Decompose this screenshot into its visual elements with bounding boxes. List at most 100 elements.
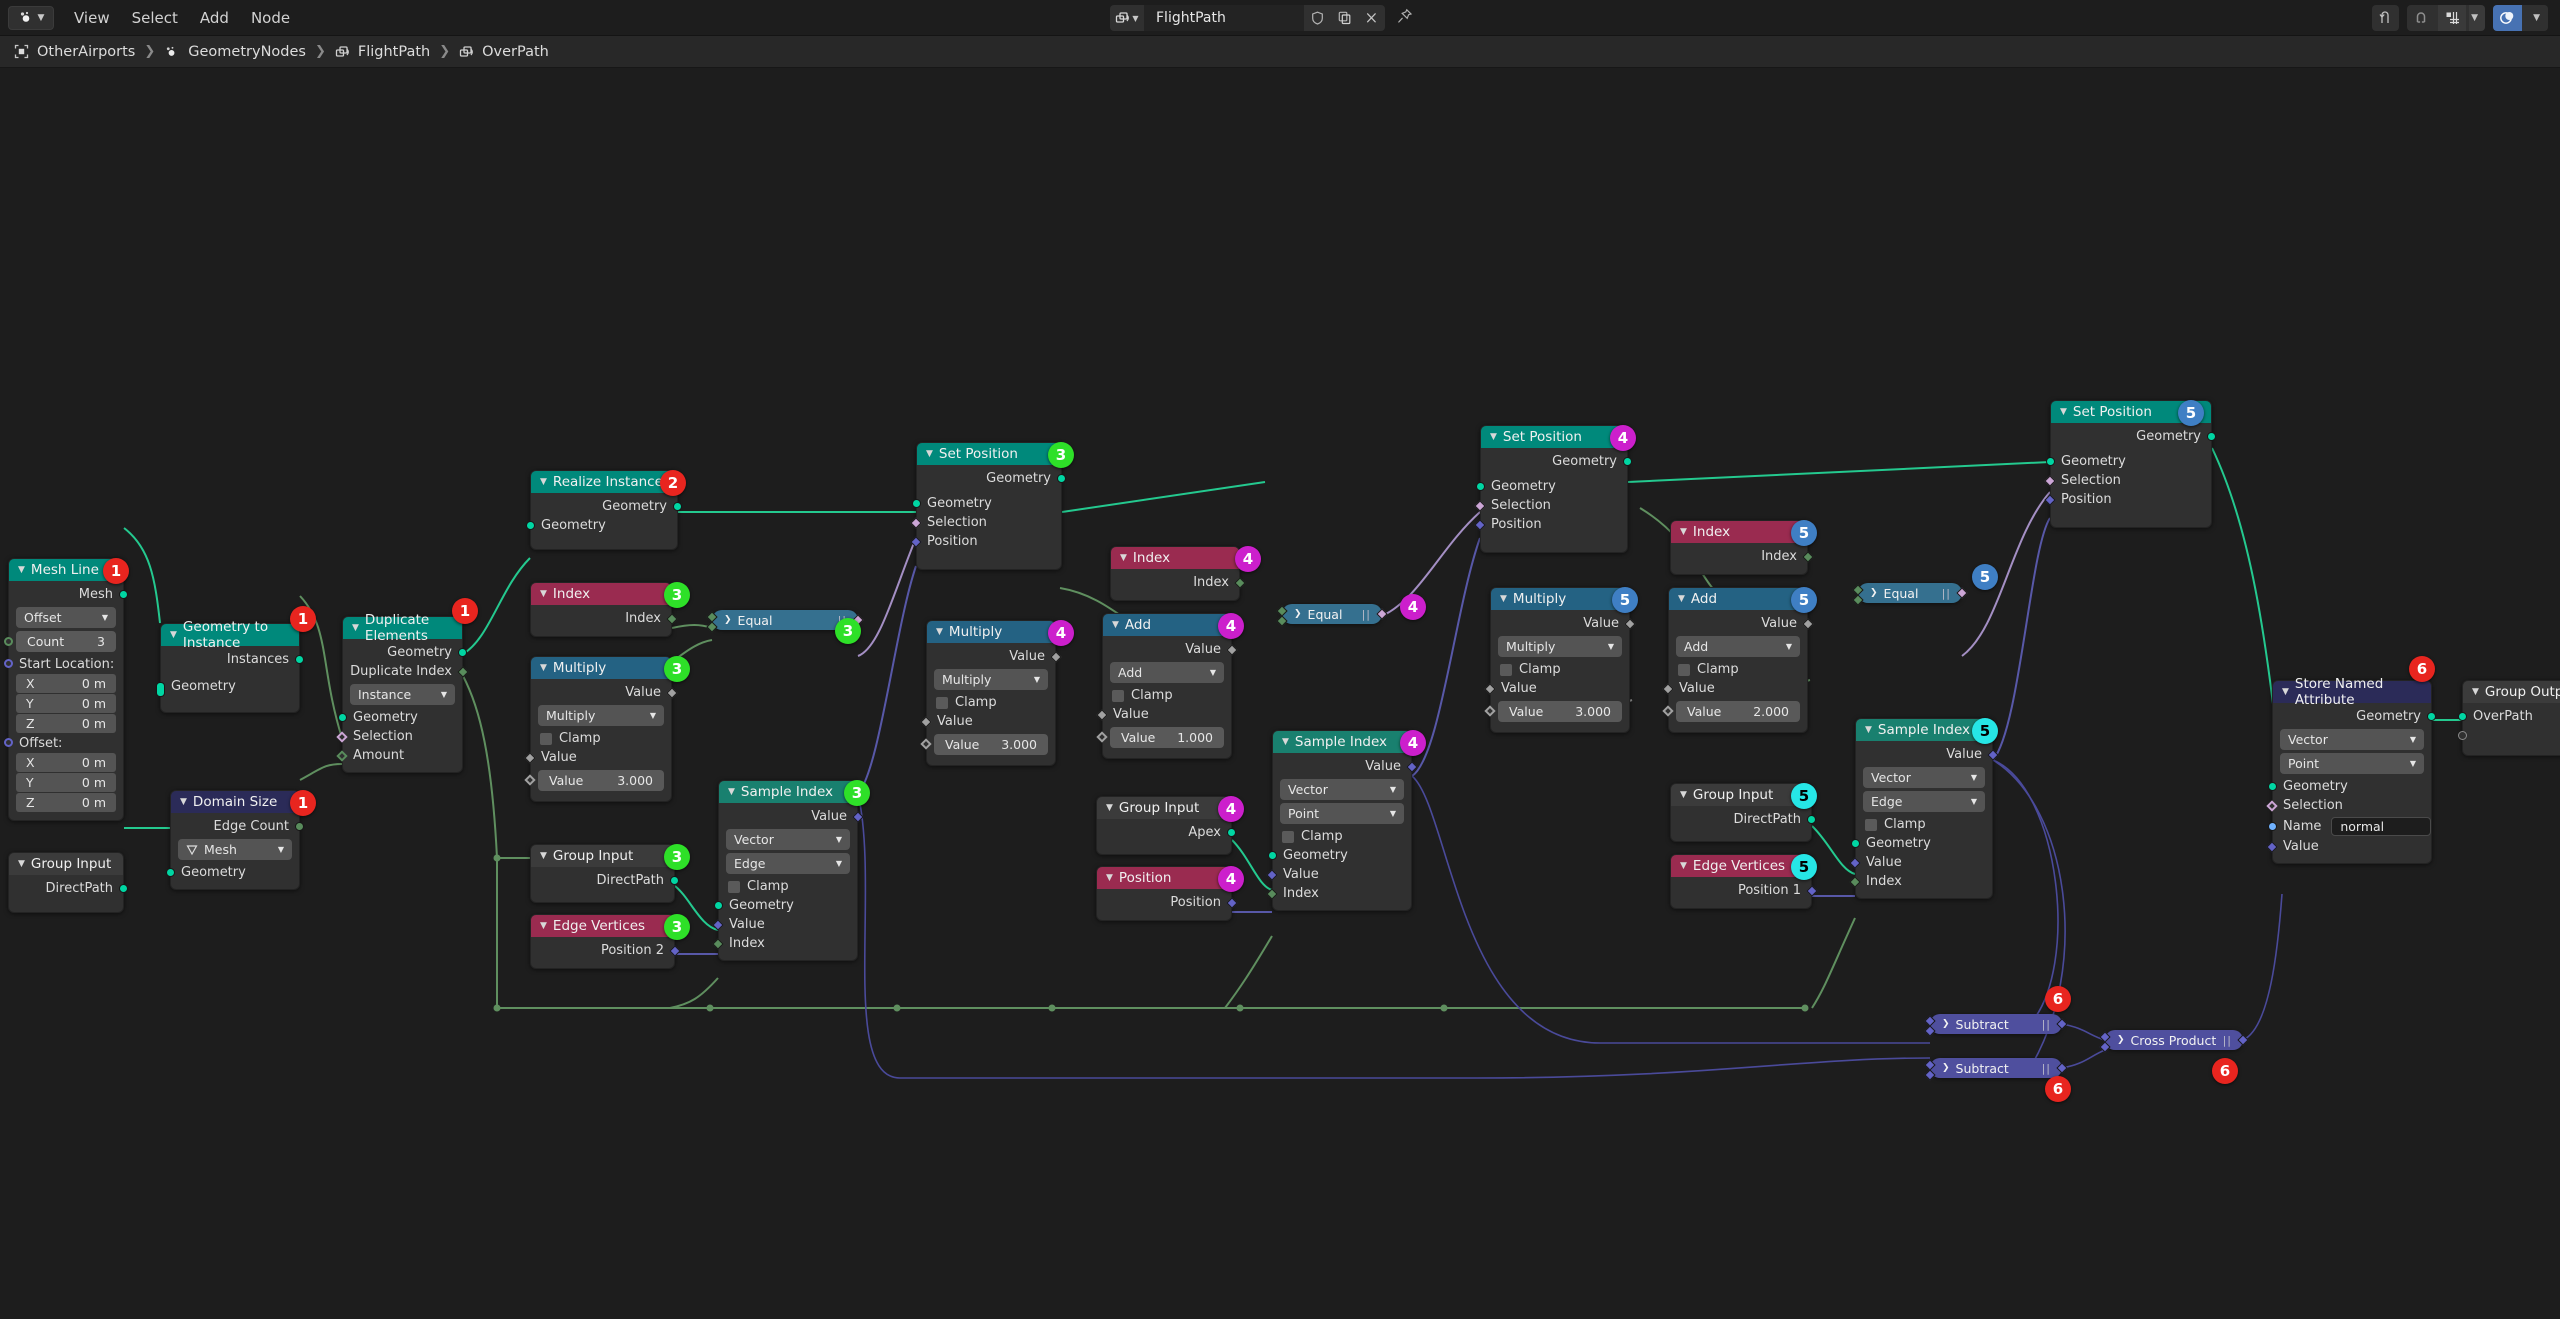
socket-selection[interactable] [2044,475,2056,487]
collapse-triangle-icon[interactable]: ▼ [1500,594,1507,604]
socket-value-in[interactable] [1662,683,1674,695]
socket-value-out[interactable] [1802,618,1814,630]
socket-row-value-in[interactable]: Value [1662,679,1807,698]
node-header[interactable]: ▼ Edge Vertices [1671,855,1811,877]
node-duplicate-elements[interactable]: ▼ Duplicate Elements Geometry Duplicate … [336,612,469,773]
socket-geometry-out[interactable] [673,502,682,511]
snap-dropdown[interactable]: ▼ [2469,5,2486,31]
socket-index[interactable] [1849,876,1861,888]
value-field[interactable]: Value 3.000 [920,734,1048,755]
collapse-triangle-icon[interactable]: ▼ [2282,687,2289,697]
node-header[interactable]: ▼ Multiply [927,621,1055,643]
node-header[interactable]: ▼ Sample Index [719,781,857,803]
collapse-triangle-icon[interactable]: ▼ [352,623,359,633]
collapse-triangle-icon[interactable]: ▼ [18,859,25,869]
socket-row-geometry-in[interactable]: Geometry [2268,777,2431,796]
collapse-triangle-icon[interactable]: ▼ [540,663,547,673]
socket-row-value-out[interactable]: Value [531,683,678,702]
snap-button[interactable] [2438,5,2467,31]
snap-parent-button[interactable] [2372,5,2400,31]
socket-geometry[interactable] [2046,457,2055,466]
socket-position2[interactable] [669,945,681,957]
socket-row-value-out[interactable]: Value [1491,614,1636,633]
collapse-triangle-icon[interactable]: ▼ [728,787,735,797]
socket-position[interactable] [2044,494,2056,506]
socket-row-index[interactable]: Index [1266,884,1411,903]
socket-row-geometry-out[interactable]: Geometry [2273,707,2436,726]
socket-row-value-in[interactable]: Value [1096,705,1231,724]
operation-dropdown[interactable]: Multiply ▼ [538,705,664,726]
socket-geometry[interactable] [2268,782,2277,791]
socket-index[interactable] [1266,888,1278,900]
socket-result[interactable] [1376,608,1388,620]
value-field[interactable]: Value 1.000 [1096,727,1224,748]
socket-value2[interactable] [524,774,536,786]
breadcrumb-item-nodegroup[interactable]: OverPath [459,44,549,60]
socket-row-geometry-in[interactable]: Geometry [912,494,1061,513]
fake-user-button[interactable] [1304,5,1331,31]
socket-position[interactable] [1226,897,1238,909]
socket-directpath[interactable] [670,876,679,885]
socket-row-geometry-out[interactable]: Geometry [531,497,682,516]
domain-dropdown[interactable]: Point ▼ [2280,753,2424,774]
collapse-triangle-icon[interactable]: ❯ [1294,609,1302,619]
socket-row-instances[interactable]: Instances [161,650,304,669]
socket-index[interactable] [712,938,724,950]
socket-position1[interactable] [1806,885,1818,897]
socket-row-index[interactable]: Index [712,934,857,953]
socket-result[interactable] [2237,1034,2249,1046]
socket-geometry[interactable] [526,521,535,530]
nodetree-browse-button[interactable]: ▼ [1110,5,1144,31]
start-z[interactable]: Z0 m [16,714,116,733]
socket-row-selection[interactable]: Selection [1474,496,1627,515]
operation-dropdown[interactable]: Add ▼ [1110,662,1224,683]
clamp-checkbox[interactable]: Clamp [927,693,1055,712]
node-sample-index-a[interactable]: ▼ Sample Index Value Vector ▼ Edge ▼ Cla… [712,780,864,961]
collapse-triangle-icon[interactable]: ▼ [1120,553,1127,563]
socket-row-value-out[interactable]: Value [1669,614,1814,633]
socket-index[interactable] [666,613,678,625]
socket-offset[interactable] [4,738,13,747]
node-header[interactable]: ▼ Multiply [1491,588,1629,610]
collapse-triangle-icon[interactable]: ▼ [1678,594,1685,604]
socket-row-overpath[interactable]: OverPath [2458,707,2560,726]
socket-value2[interactable] [1662,705,1674,717]
node-add-b[interactable]: ▼ Add Value Add ▼ Clamp Value Value 2.00… [1662,587,1814,733]
node-equal-c[interactable]: ❯ Equal || [1852,583,1968,606]
node-add-a[interactable]: ▼ Add Value Add ▼ Clamp Value Value 1.00… [1096,613,1238,759]
socket-b[interactable] [1924,1025,1936,1037]
socket-row-geometry-in[interactable]: Geometry [338,708,462,727]
node-multiply-b[interactable]: ▼ Multiply Value Multiply ▼ Clamp Value … [920,620,1062,766]
collapse-triangle-icon[interactable]: ▼ [540,921,547,931]
node-header[interactable]: ▼ Position [1097,867,1231,889]
domain-dropdown[interactable]: Instance ▼ [350,684,455,705]
socket-value2[interactable] [920,738,932,750]
socket-row-position[interactable]: Position [2044,490,2211,509]
socket-geometry-out[interactable] [1057,474,1066,483]
socket-row-mesh-out[interactable]: Mesh [9,585,128,604]
proportional-edit-button[interactable] [2407,5,2435,31]
socket-geometry-out[interactable] [458,648,467,657]
clamp-checkbox[interactable]: Clamp [1669,660,1807,679]
node-editor-canvas[interactable]: ▼ Mesh Line Mesh Offset ▼ Count 3 Start … [0,68,2560,1319]
collapse-triangle-icon[interactable]: ▼ [540,851,547,861]
data-type-dropdown[interactable]: Vector ▼ [1280,779,1404,800]
socket-row-geometry-in[interactable]: Geometry [526,516,677,535]
socket-row-geometry-out[interactable]: Geometry [2051,427,2216,446]
mode-dropdown[interactable]: Offset ▼ [16,607,116,628]
value-field[interactable]: Value 3.000 [524,770,664,791]
node-equal-b[interactable]: ❯ Equal || [1276,604,1388,627]
collapse-triangle-icon[interactable]: ▼ [170,630,177,640]
node-realize-instances[interactable]: ▼ Realize Instances Geometry Geometry [526,470,682,550]
socket-selection[interactable] [2266,800,2278,812]
menu-add[interactable]: Add [200,9,229,27]
socket-result[interactable] [2056,1062,2068,1074]
start-x[interactable]: X0 m [16,674,116,693]
node-multiply-c[interactable]: ▼ Multiply Value Multiply ▼ Clamp Value … [1484,587,1636,733]
socket-directpath[interactable] [1807,815,1816,824]
node-cross-product[interactable]: ❯ Cross Product || [2099,1030,2249,1053]
socket-geometry[interactable] [1851,839,1860,848]
collapse-triangle-icon[interactable]: ▼ [926,449,933,459]
socket-value-out[interactable] [852,811,864,823]
socket-directpath[interactable] [119,884,128,893]
